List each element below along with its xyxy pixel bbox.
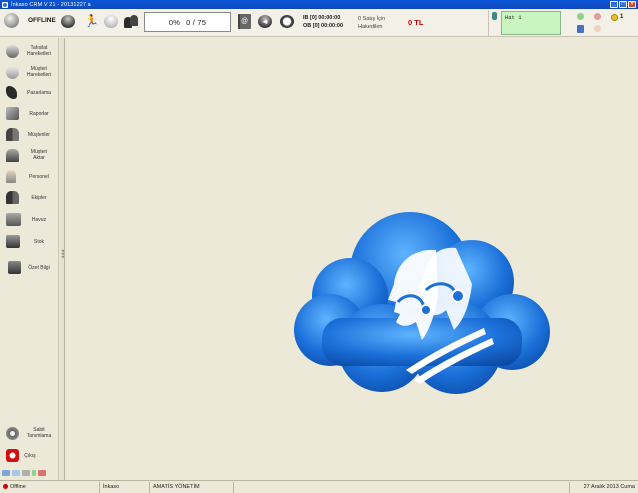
sidebar-item-tahsilat[interactable]: Tahsilat Hareketleri bbox=[0, 42, 59, 62]
sidebar-item-label: Özet Bilgi bbox=[28, 265, 50, 271]
sidebar-item-ozet-bilgi[interactable]: Özet Bilgi bbox=[0, 258, 59, 278]
window-controls: _ □ × bbox=[610, 1, 636, 8]
connection-cell: Offline bbox=[0, 481, 100, 493]
sidebar-item-raporlar[interactable]: Raporlar bbox=[0, 104, 59, 124]
window-icon[interactable] bbox=[22, 470, 30, 476]
earpiece-icon bbox=[420, 304, 432, 316]
main-area bbox=[66, 38, 638, 480]
sales-note: 0 Satış İçin Hakedilen bbox=[358, 15, 398, 31]
people-arrows-icon bbox=[6, 45, 19, 58]
earned-total: 0 TL bbox=[408, 18, 424, 27]
personnel-icon bbox=[6, 170, 16, 183]
callback-icon[interactable]: ◄ bbox=[258, 15, 272, 28]
sidebar-item-label: Personel bbox=[29, 174, 49, 180]
window-title: İnkaso CRM V 21 - 20131227 a bbox=[11, 1, 91, 8]
call-progress: 0% 0 / 75 bbox=[144, 12, 231, 32]
sidebar-item-label: Müşteri Hareketleri bbox=[26, 66, 52, 78]
sidebar-item-label: Stok bbox=[33, 239, 44, 245]
running-man-icon[interactable]: 🏃 bbox=[84, 15, 99, 28]
title-bar: İnkaso CRM V 21 - 20131227 a _ □ × bbox=[0, 0, 638, 9]
sidebar-item-label: Müşteri Aktar bbox=[30, 149, 48, 161]
call-accept-icon[interactable] bbox=[577, 13, 584, 20]
microphone-icon[interactable] bbox=[492, 12, 497, 20]
offline-dot-icon bbox=[3, 483, 8, 489]
chat-bubble-icon bbox=[6, 66, 19, 79]
line-panel: Hat 1 bbox=[488, 10, 568, 36]
alarm-icon[interactable] bbox=[594, 25, 601, 32]
minimize-icon[interactable]: _ bbox=[610, 1, 618, 8]
clock-icon[interactable] bbox=[280, 15, 294, 28]
sidebar-item-label: Havuz bbox=[31, 217, 47, 223]
gear-icon bbox=[6, 427, 19, 440]
status-icons: 1 bbox=[574, 11, 638, 35]
toolbar: OFFLINE 🏃 0% 0 / 75 @ ◄ IB [0] 00:00:00 … bbox=[0, 9, 638, 37]
connection-text: Offline bbox=[10, 483, 26, 490]
exit-label: Çıkış bbox=[24, 453, 36, 459]
sales-note-line1: 0 Satış İçin bbox=[358, 16, 386, 22]
people-icon[interactable] bbox=[124, 15, 139, 28]
sidebar-item-musteri-hareketleri[interactable]: Müşteri Hareketleri bbox=[0, 63, 59, 83]
sidebar: Tahsilat Hareketleri Müşteri Hareketleri P… bbox=[0, 38, 59, 480]
sidebar-item-musteri-aktar[interactable]: Müşteri Aktar bbox=[0, 146, 59, 166]
window-icon[interactable] bbox=[2, 470, 10, 476]
reports-icon bbox=[6, 107, 19, 120]
sidebar-item-musteriler[interactable]: Müşteriler bbox=[0, 125, 59, 145]
phone-icon bbox=[6, 86, 17, 99]
connection-status: OFFLINE bbox=[28, 17, 56, 24]
window-icon[interactable] bbox=[12, 470, 20, 476]
sidebar-item-pazarlama[interactable]: Pazarlama bbox=[0, 83, 59, 103]
sidebar-item-label: Tahsilat Hareketleri bbox=[26, 45, 52, 57]
sidebar-item-label: Raporlar bbox=[29, 111, 49, 117]
sidebar-item-sabit-tanimlama[interactable]: Sabit Tanımlama bbox=[0, 424, 59, 444]
database-icon[interactable] bbox=[61, 15, 75, 28]
exit-button[interactable]: Çıkış bbox=[0, 446, 59, 466]
empty-cell bbox=[234, 481, 570, 493]
address-book-icon[interactable]: @ bbox=[238, 14, 251, 29]
call-reject-icon[interactable] bbox=[594, 13, 601, 20]
mic-small-icon[interactable] bbox=[32, 470, 36, 476]
crm-cloud-logo bbox=[294, 212, 550, 394]
splitter-grip-icon[interactable]: ◂ ◂ ◂ bbox=[60, 249, 65, 260]
notification-icon[interactable] bbox=[611, 14, 618, 21]
sidebar-item-label: Sabit Tanımlama bbox=[26, 427, 52, 439]
earpiece-icon bbox=[451, 289, 465, 303]
user-cell: AMATİS YÖNETİM bbox=[150, 481, 234, 493]
notification-count: 1 bbox=[620, 14, 624, 20]
stock-icon bbox=[6, 235, 20, 248]
pool-icon bbox=[6, 213, 21, 226]
transfer-icon bbox=[6, 149, 19, 162]
sidebar-bottom-tools bbox=[2, 470, 58, 478]
sidebar-item-ekipler[interactable]: Ekipler bbox=[0, 188, 59, 208]
sidebar-item-label: Ekipler bbox=[31, 195, 47, 201]
sidebar-splitter[interactable]: ◂ ◂ ◂ bbox=[60, 38, 65, 480]
app-icon bbox=[2, 1, 8, 8]
customers-icon bbox=[6, 128, 19, 141]
sidebar-item-havuz[interactable]: Havuz bbox=[0, 210, 59, 230]
maximize-icon[interactable]: □ bbox=[619, 1, 627, 8]
status-bar: Offline İnkaso AMATİS YÖNETİM 27 Aralık … bbox=[0, 480, 638, 493]
progress-count: 0 / 75 bbox=[186, 17, 207, 27]
coffee-break-icon[interactable] bbox=[104, 15, 118, 28]
delete-icon[interactable] bbox=[38, 470, 46, 476]
sales-note-line2: Hakedilen bbox=[358, 24, 383, 30]
line-box[interactable]: Hat 1 bbox=[501, 11, 561, 35]
progress-percent: 0% bbox=[168, 17, 181, 27]
sidebar-item-stok[interactable]: Stok bbox=[0, 232, 59, 252]
summary-icon bbox=[8, 261, 21, 274]
date-cell: 27 Aralık 2013 Cuma bbox=[583, 483, 635, 490]
calendar-icon[interactable] bbox=[577, 25, 584, 33]
connection-globe-icon[interactable] bbox=[4, 13, 19, 28]
teams-icon bbox=[6, 191, 19, 204]
inbound-timer: IB [0] 00:00:00 bbox=[303, 15, 341, 21]
sidebar-item-personel[interactable]: Personel bbox=[0, 167, 59, 187]
close-icon[interactable]: × bbox=[628, 1, 636, 8]
company-cell: İnkaso bbox=[100, 481, 150, 493]
outbound-timer: OB [0] 00:00:00 bbox=[303, 23, 344, 29]
sidebar-item-label: Müşteriler bbox=[28, 132, 50, 138]
sidebar-item-label: Pazarlama bbox=[27, 90, 51, 96]
